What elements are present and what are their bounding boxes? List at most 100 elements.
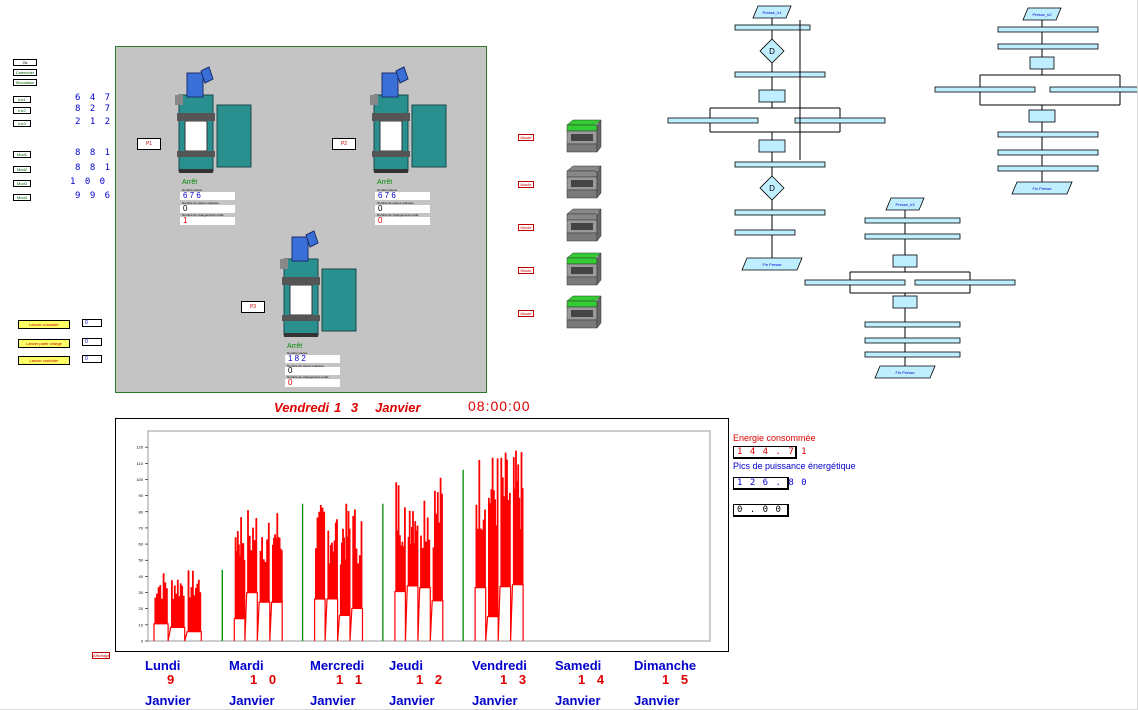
flow-junction bbox=[758, 139, 786, 153]
lancer-consulter-value: 0 bbox=[82, 319, 102, 327]
current-time: 08:00:00 bbox=[468, 398, 531, 414]
press-machine-icon[interactable] bbox=[173, 65, 255, 177]
press-label-p2[interactable]: P2 bbox=[332, 138, 356, 150]
day-num-vendredi: 1 3 bbox=[500, 672, 531, 687]
day-name-dimanche: Dimanche bbox=[634, 658, 697, 673]
affichage-button[interactable]: Affichage bbox=[92, 652, 110, 659]
mold-icon[interactable] bbox=[565, 295, 603, 331]
press-rejects-p3: 0 bbox=[285, 367, 340, 375]
flow-step-box bbox=[997, 131, 1099, 138]
y-tick-label: 120 bbox=[136, 445, 143, 450]
y-tick-label: 70 bbox=[139, 525, 144, 530]
press-label-p1[interactable]: P1 bbox=[137, 138, 161, 150]
flow-step-box bbox=[864, 217, 961, 224]
energy-consumed-value: 1 4 4 . 7 1 bbox=[733, 446, 807, 459]
y-tick-label: 110 bbox=[137, 461, 144, 466]
mold-icon[interactable] bbox=[565, 208, 603, 244]
day-num-dimanche: 1 5 bbox=[662, 672, 693, 687]
day-month-lundi: Janvier bbox=[145, 693, 191, 708]
flow-step-box bbox=[667, 117, 759, 124]
svg-text:D: D bbox=[769, 47, 775, 56]
flow-terminal-label: Presse_lr2 bbox=[1032, 12, 1052, 17]
flow-terminal-label: Presse_lr3 bbox=[895, 202, 915, 207]
simulation-button[interactable]: Simulation bbox=[13, 79, 37, 86]
flow-step-box bbox=[997, 26, 1099, 33]
y-tick-label: 100 bbox=[136, 477, 143, 482]
mold-label-2[interactable]: Moule bbox=[518, 181, 534, 188]
press-machine-icon[interactable] bbox=[368, 65, 450, 177]
flow-terminal-label: Presse_lr1 bbox=[762, 10, 782, 15]
flow-terminal-label: Fin Presse bbox=[895, 370, 915, 375]
day-month-samedi: Janvier bbox=[555, 693, 601, 708]
var-value-inv3: 2 1 2 bbox=[75, 117, 113, 127]
mold-icon[interactable] bbox=[565, 252, 603, 288]
day-month-vendredi: Janvier bbox=[472, 693, 518, 708]
lancer-partir-charge-value: 0 bbox=[82, 338, 102, 346]
ok-button[interactable]: Ok bbox=[13, 59, 37, 66]
y-tick-label: 20 bbox=[139, 606, 144, 611]
y-tick-label: 60 bbox=[139, 542, 144, 547]
press-changes-p2: 0 bbox=[375, 217, 430, 225]
press-changes-p1: 1 bbox=[180, 217, 235, 225]
mold-label-3[interactable]: Moule bbox=[518, 224, 534, 231]
flow-step-box bbox=[864, 321, 961, 328]
current-weekday: Vendredi bbox=[274, 400, 330, 415]
day-name-samedi: Samedi bbox=[555, 658, 602, 673]
var-value-inv2: 8 2 7 bbox=[75, 104, 113, 114]
day-month-dimanche: Janvier bbox=[634, 693, 680, 708]
current-day: 1 3 bbox=[334, 400, 362, 415]
lancer-partir-charge-button[interactable]: Lancer partir charge bbox=[18, 339, 70, 348]
press-workshop-panel: P1 Arrêt Nombre pièces 6 7 6 Nombre de p… bbox=[115, 46, 487, 393]
press-status-p2: Arrêt bbox=[377, 179, 393, 186]
flow-terminal-label: Fin Presse bbox=[1032, 186, 1052, 191]
day-name-mercredi: Mercredi bbox=[310, 658, 365, 673]
var-label-mod1: Mod1 bbox=[13, 151, 31, 158]
var-label-mod3: Mod3 bbox=[13, 180, 31, 187]
day-name-jeudi: Jeudi bbox=[389, 658, 423, 673]
press-status-p1: Arrêt bbox=[182, 179, 198, 186]
flow-step-box bbox=[997, 43, 1099, 50]
flow-step-box bbox=[864, 233, 961, 240]
power-peaks-label: Pics de puissance énergétique bbox=[733, 461, 856, 471]
mold-label-5[interactable]: Moule bbox=[518, 310, 534, 317]
press-rejects-p2: 0 bbox=[375, 205, 430, 213]
press-changes-p3: 0 bbox=[285, 379, 340, 387]
y-tick-label: 40 bbox=[139, 574, 144, 579]
flow-step-box bbox=[997, 165, 1099, 172]
calendar-button[interactable]: Calendrier bbox=[13, 69, 37, 76]
press-count-p3: 1 8 2 bbox=[285, 355, 340, 363]
lancer-controler-button[interactable]: Lancer contrôler bbox=[18, 356, 70, 365]
press-label-p3[interactable]: P3 bbox=[241, 301, 265, 313]
lancer-consulter-button[interactable]: Lancer consulter bbox=[18, 320, 70, 329]
flow-step-box bbox=[914, 279, 1016, 286]
flow-step-box bbox=[997, 149, 1099, 156]
var-label-inv1: Inv1 bbox=[13, 96, 31, 103]
press-count-p2: 6 7 6 bbox=[375, 192, 430, 200]
energy-series-red bbox=[314, 503, 364, 642]
y-tick-label: 90 bbox=[139, 493, 144, 498]
mold-icon[interactable] bbox=[565, 165, 603, 201]
var-label-mod4: Mod4 bbox=[13, 194, 31, 201]
mold-label-1[interactable]: Moule bbox=[518, 134, 534, 141]
flow-junction bbox=[892, 254, 918, 268]
flow-junction bbox=[892, 295, 918, 309]
y-tick-label: 10 bbox=[139, 622, 144, 627]
press-rejects-p1: 0 bbox=[180, 205, 235, 213]
flow-terminal-label: Fin Presse bbox=[762, 262, 782, 267]
energy-series-red bbox=[394, 477, 444, 642]
process-flowchart: Presse_lr1 D D Fin Presse Presse_lr2 Fin Pres… bbox=[667, 5, 1137, 379]
var-label-inv2: Inv2 bbox=[13, 107, 31, 114]
power-peaks-value: 1 2 6 . 8 0 bbox=[733, 477, 807, 490]
mold-label-4[interactable]: Moule bbox=[518, 267, 534, 274]
press-count-p1: 6 7 6 bbox=[180, 192, 235, 200]
flow-step-box bbox=[734, 161, 826, 168]
day-num-mardi: 1 0 bbox=[250, 672, 281, 687]
day-month-jeudi: Janvier bbox=[389, 693, 435, 708]
flow-step-box bbox=[934, 86, 1036, 93]
flow-step-box bbox=[864, 351, 961, 358]
app-window: Ok Calendrier Simulation Inv1 6 4 7 Inv2… bbox=[0, 0, 1138, 710]
third-indicator-value: 0 . 0 0 bbox=[733, 504, 789, 517]
mold-icon[interactable] bbox=[565, 119, 603, 155]
day-name-vendredi: Vendredi bbox=[472, 658, 527, 673]
press-machine-icon[interactable] bbox=[278, 229, 360, 341]
